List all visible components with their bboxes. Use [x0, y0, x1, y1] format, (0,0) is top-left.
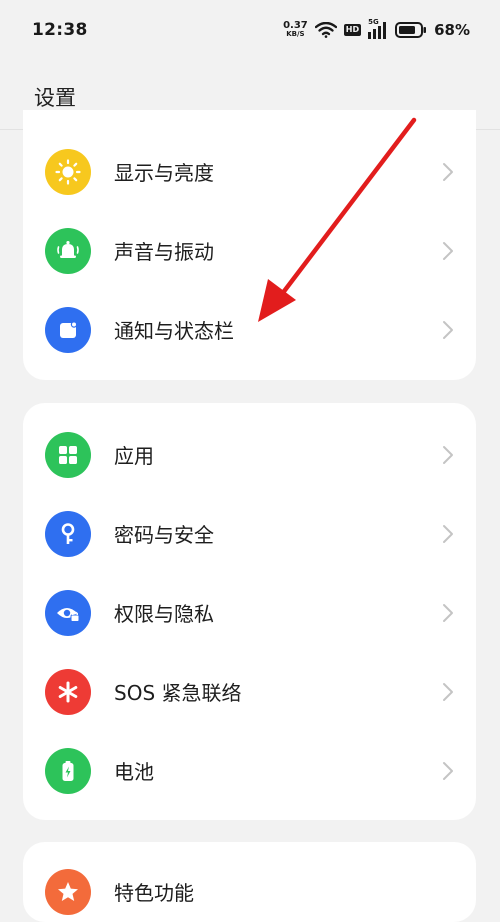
signal-label: 5G: [368, 18, 379, 26]
page-title: 设置: [34, 86, 76, 110]
settings-item-label: 通知与状态栏: [114, 319, 234, 343]
star-icon: [45, 868, 91, 915]
battery-percent: 68%: [434, 21, 470, 39]
chevron-right-icon: [443, 445, 453, 464]
settings-item-label: 权限与隐私: [114, 602, 214, 626]
settings-item-label: 显示与亮度: [114, 161, 214, 185]
chevron-right-icon: [443, 162, 453, 181]
cellular-signal-icon: 5G: [368, 18, 388, 39]
net-speed-value: 0.37: [283, 20, 308, 31]
notification-icon: [45, 306, 91, 353]
settings-item-permissions-privacy[interactable]: 权限与隐私: [23, 573, 476, 652]
chevron-right-icon: [443, 320, 453, 339]
settings-item-sound-vibration[interactable]: 声音与振动: [23, 211, 476, 290]
battery-icon: [45, 747, 91, 794]
status-icons: 0.37 KB/S HD 5G 68%: [283, 18, 470, 39]
status-time: 12:38: [32, 20, 88, 40]
chevron-right-icon: [443, 603, 453, 622]
asterisk-icon: [45, 668, 91, 715]
privacy-eye-icon: [45, 589, 91, 636]
settings-item-label: 特色功能: [114, 881, 194, 905]
sun-icon: [45, 148, 91, 195]
settings-group-3: 特色功能: [23, 842, 476, 922]
settings-item-sos-emergency[interactable]: SOS 紧急联络: [23, 652, 476, 731]
settings-item-battery[interactable]: 电池: [23, 731, 476, 810]
settings-group-2: 应用 密码与安全 权限与隐私 SOS 紧急联络 电池: [23, 403, 476, 820]
net-speed: 0.37 KB/S: [283, 20, 308, 39]
status-bar: 12:38 0.37 KB/S HD 5G 68%: [0, 0, 500, 60]
bell-icon: [45, 227, 91, 274]
chevron-right-icon: [443, 241, 453, 260]
settings-item-special-features[interactable]: 特色功能: [23, 852, 476, 922]
net-speed-unit: KB/S: [286, 30, 305, 38]
settings-item-label: 应用: [114, 444, 154, 468]
battery-status-icon: [395, 22, 427, 38]
settings-item-password-security[interactable]: 密码与安全: [23, 494, 476, 573]
hd-badge: HD: [343, 24, 362, 36]
chevron-right-icon: [443, 682, 453, 701]
settings-item-label: 电池: [114, 760, 154, 784]
settings-group-1: 显示与亮度 声音与振动 通知与状态栏: [23, 110, 476, 380]
settings-item-label: 密码与安全: [114, 523, 214, 547]
wifi-icon: [314, 22, 337, 38]
settings-item-apps[interactable]: 应用: [23, 415, 476, 494]
chevron-right-icon: [443, 524, 453, 543]
settings-item-notifications-status-bar[interactable]: 通知与状态栏: [23, 290, 476, 369]
settings-item-label: SOS 紧急联络: [114, 681, 242, 705]
key-icon: [45, 510, 91, 557]
settings-item-label: 声音与振动: [114, 240, 214, 264]
apps-grid-icon: [45, 431, 91, 478]
settings-item-display-brightness[interactable]: 显示与亮度: [23, 132, 476, 211]
chevron-right-icon: [443, 761, 453, 780]
